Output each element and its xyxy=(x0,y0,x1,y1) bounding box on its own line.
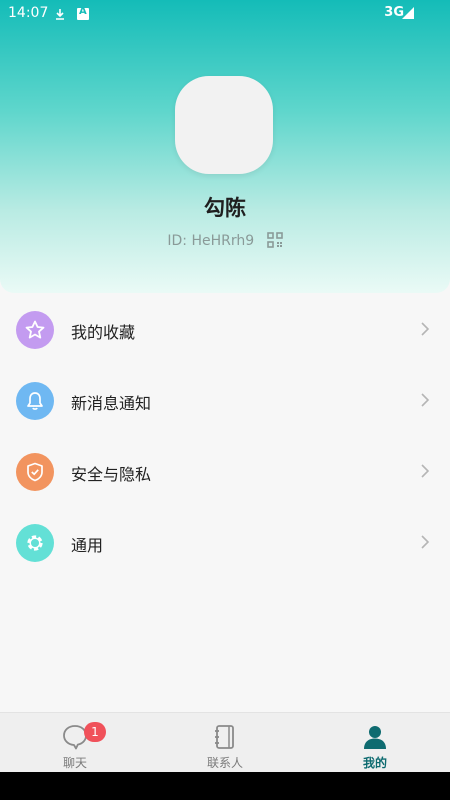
username: 勾陈 xyxy=(204,196,246,220)
menu-item-security-privacy[interactable]: 安全与隐私 xyxy=(0,437,450,508)
profile-header: 14:07 3G 勾陈 ID: HeHRrh9 xyxy=(0,0,450,293)
unread-badge: 1 xyxy=(84,722,106,742)
menu-label: 通用 xyxy=(71,536,104,555)
menu-label: 我的收藏 xyxy=(71,323,136,342)
chevron-right-icon xyxy=(421,393,430,407)
menu-label: 新消息通知 xyxy=(71,394,152,413)
shield-icon xyxy=(16,453,54,491)
chevron-right-icon xyxy=(421,464,430,478)
menu-item-favorites[interactable]: 我的收藏 xyxy=(0,295,450,366)
tab-contacts[interactable]: 联系人 xyxy=(150,713,300,773)
bottom-tab-bar: 1 聊天 联系人 我的 xyxy=(0,712,450,773)
address-book-icon xyxy=(215,725,234,749)
user-id-row: ID: HeHRrh9 xyxy=(0,232,450,249)
signal-icon xyxy=(402,7,414,19)
tab-label: 我的 xyxy=(362,756,387,770)
tab-me[interactable]: 我的 xyxy=(300,713,450,773)
status-time: 14:07 xyxy=(8,5,49,21)
star-icon xyxy=(16,311,54,349)
tab-chat[interactable]: 1 聊天 xyxy=(0,713,150,773)
app-notification-icon xyxy=(77,6,89,20)
tab-label: 聊天 xyxy=(62,756,87,770)
user-id: ID: HeHRrh9 xyxy=(167,233,255,249)
avatar[interactable] xyxy=(175,76,273,174)
bell-icon xyxy=(16,382,54,420)
menu-item-notifications[interactable]: 新消息通知 xyxy=(0,366,450,437)
settings-icon xyxy=(16,524,54,562)
chevron-right-icon xyxy=(421,535,430,549)
settings-menu: 我的收藏 新消息通知 安全与隐私 通用 xyxy=(0,295,450,579)
chevron-right-icon xyxy=(421,322,430,336)
status-bar: 14:07 3G xyxy=(0,0,450,30)
tab-label: 联系人 xyxy=(206,756,243,770)
download-icon xyxy=(56,9,64,20)
system-navigation-bar xyxy=(0,772,450,800)
menu-item-general[interactable]: 通用 xyxy=(0,508,450,579)
menu-label: 安全与隐私 xyxy=(71,465,152,484)
person-icon xyxy=(364,726,386,749)
qr-code-icon[interactable] xyxy=(266,232,283,248)
